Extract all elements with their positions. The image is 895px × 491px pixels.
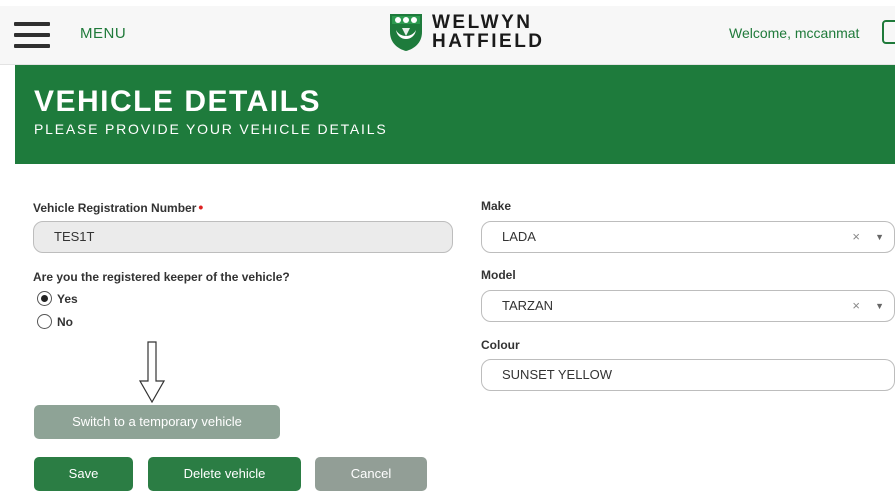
keeper-option-no-label: No <box>57 314 73 329</box>
make-chevron-down-icon[interactable]: ▼ <box>875 222 884 252</box>
switch-temporary-vehicle-button[interactable]: Switch to a temporary vehicle <box>34 405 280 439</box>
colour-input[interactable]: SUNSET YELLOW <box>481 359 895 391</box>
radio-checked-icon <box>37 291 52 306</box>
logo-text: WELWYN HATFIELD <box>432 13 545 51</box>
page-banner: VEHICLE DETAILS PLEASE PROVIDE YOUR VEHI… <box>15 65 895 164</box>
make-label: Make <box>481 199 512 213</box>
keeper-question: Are you the registered keeper of the veh… <box>33 270 290 284</box>
save-button[interactable]: Save <box>34 457 133 491</box>
hamburger-icon[interactable] <box>14 22 50 48</box>
make-value: LADA <box>502 229 536 244</box>
keeper-option-no[interactable]: No <box>37 314 73 329</box>
menu-label[interactable]: MENU <box>80 25 126 42</box>
welcome-text: Welcome, mccanmat <box>729 25 860 41</box>
site-header: MENU WELWYN HATFIELD Welcome, mccanmat <box>0 6 895 65</box>
radio-unchecked-icon <box>37 314 52 329</box>
cancel-button[interactable]: Cancel <box>315 457 427 491</box>
registration-label: Vehicle Registration Number • <box>33 199 203 215</box>
crest-icon <box>390 14 422 51</box>
model-value: TARZAN <box>502 298 554 313</box>
registration-label-text: Vehicle Registration Number <box>33 201 197 215</box>
model-select[interactable]: TARZAN × ▼ <box>481 290 895 322</box>
model-chevron-down-icon[interactable]: ▼ <box>875 291 884 321</box>
model-clear-icon[interactable]: × <box>852 291 860 321</box>
make-clear-icon[interactable]: × <box>852 222 860 252</box>
keeper-option-yes-label: Yes <box>57 291 78 306</box>
down-arrow-icon <box>139 341 165 403</box>
keeper-option-yes[interactable]: Yes <box>37 291 78 306</box>
page-subtitle: PLEASE PROVIDE YOUR VEHICLE DETAILS <box>34 121 388 137</box>
colour-value: SUNSET YELLOW <box>502 367 613 382</box>
page-title: VEHICLE DETAILS <box>34 85 321 118</box>
make-select[interactable]: LADA × ▼ <box>481 221 895 253</box>
logout-icon[interactable] <box>882 20 895 44</box>
logo-line-1: WELWYN <box>432 12 533 33</box>
colour-label: Colour <box>481 338 520 352</box>
logo-line-2: HATFIELD <box>432 31 545 52</box>
registration-input[interactable]: TES1T <box>33 221 453 253</box>
council-logo[interactable]: WELWYN HATFIELD <box>388 6 545 58</box>
model-label: Model <box>481 268 516 282</box>
required-marker: • <box>198 199 204 215</box>
delete-vehicle-button[interactable]: Delete vehicle <box>148 457 301 491</box>
registration-value: TES1T <box>54 229 95 244</box>
